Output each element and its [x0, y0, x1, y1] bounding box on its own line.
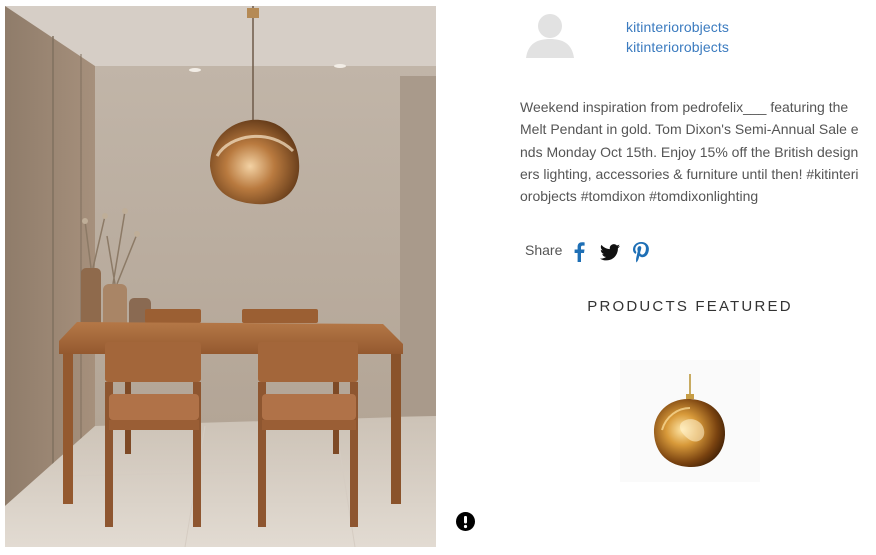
facebook-icon[interactable]	[568, 240, 590, 264]
twitter-icon[interactable]	[599, 240, 621, 264]
share-label: Share	[525, 242, 563, 258]
post-photo[interactable]	[5, 6, 436, 547]
author-name-link[interactable]: kitinteriorobjects	[626, 17, 729, 37]
pinterest-icon[interactable]	[630, 240, 652, 264]
products-featured-title: PRODUCTS FEATURED	[587, 298, 793, 315]
featured-product-card[interactable]	[620, 360, 760, 482]
author-handle-link[interactable]: kitinteriorobjects	[626, 37, 729, 57]
dining-room-image	[5, 6, 436, 547]
melt-pendant-image	[653, 374, 726, 468]
user-silhouette-icon	[526, 14, 574, 58]
post-author: kitinteriorobjects kitinteriorobjects	[626, 17, 729, 57]
share-bar: Share	[525, 240, 661, 264]
post-caption: Weekend inspiration from pedrofelix___ f…	[520, 99, 859, 205]
avatar[interactable]	[521, 10, 579, 62]
alert-icon[interactable]	[456, 512, 475, 531]
